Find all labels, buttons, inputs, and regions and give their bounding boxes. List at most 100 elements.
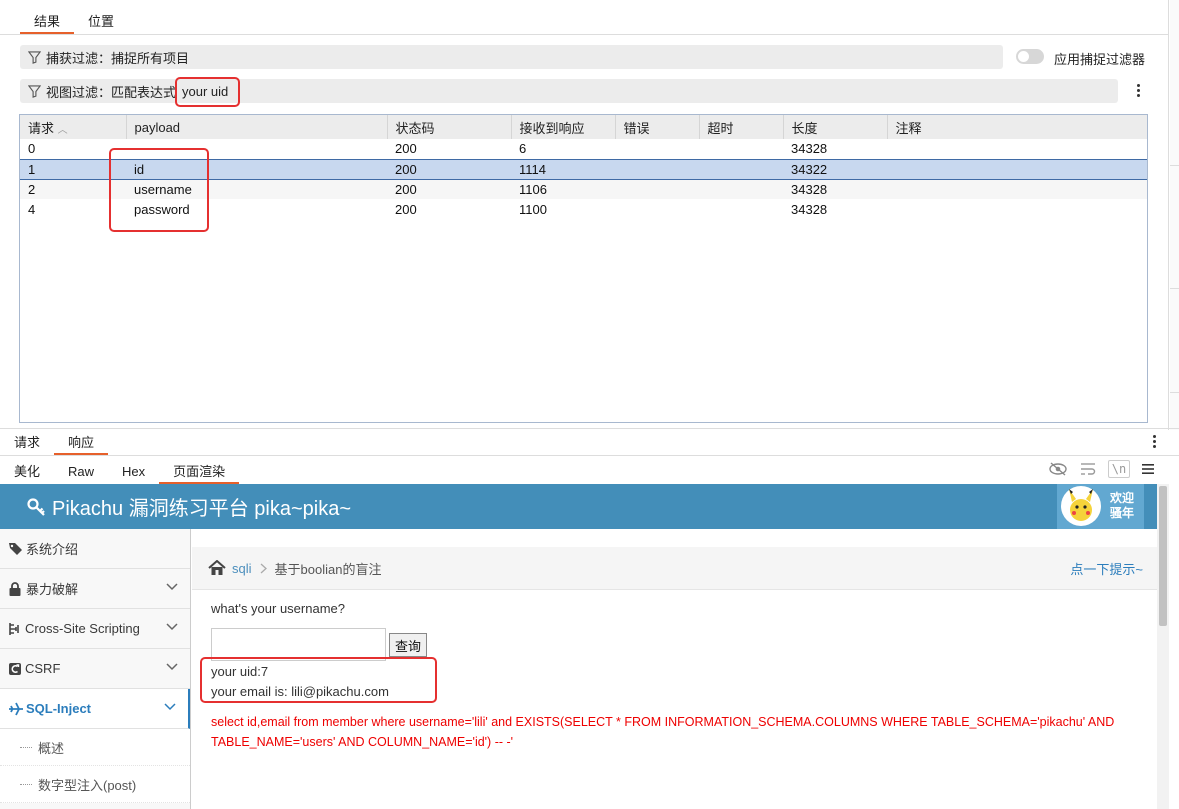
tabbar-divider <box>0 34 1168 35</box>
tab-render[interactable]: 页面渲染 <box>159 462 240 484</box>
site-header: Pikachu 漏洞练习平台 pika~pika~ <box>0 484 1157 529</box>
sidebar-item-label: 暴力破解 <box>26 582 79 597</box>
capture-filter-bar[interactable]: 捕获过滤：捕捉所有项目 <box>20 45 1003 69</box>
column-header[interactable]: 接收到响应 <box>511 115 616 139</box>
welcome-text: 欢迎 骚年 <box>1110 491 1134 521</box>
table-cell: 34322 <box>783 158 887 180</box>
welcome-line: 欢迎 <box>1110 491 1135 505</box>
wrap-lines-icon[interactable] <box>1079 461 1097 477</box>
reqresp-tabbar: 请求 响应 <box>0 431 109 455</box>
filter-icon <box>28 84 41 98</box>
reqresp-more-icon[interactable] <box>1152 435 1156 448</box>
tab-raw[interactable]: Raw <box>54 462 108 484</box>
chevron-down-icon <box>166 583 178 591</box>
column-header[interactable]: 错误 <box>615 115 700 139</box>
table-cell: 6 <box>519 141 527 157</box>
table-cell <box>887 179 1147 199</box>
csrf-icon <box>9 662 21 675</box>
chevron-right-icon <box>260 563 267 573</box>
hint-link[interactable]: 点一下提示~ <box>1070 559 1143 578</box>
splitter[interactable] <box>0 428 1179 429</box>
right-panel-edge <box>1170 0 1179 430</box>
sidebar-item-label: Cross-Site Scripting <box>25 621 140 636</box>
lock-icon <box>9 581 21 596</box>
column-header[interactable]: 请求 ︿ <box>20 115 127 139</box>
tab-results[interactable]: 结果 <box>20 12 75 34</box>
view-filter-label: 视图过滤：匹配表达式 <box>46 84 177 100</box>
home-icon[interactable] <box>208 560 226 576</box>
table-cell: 34328 <box>791 141 828 157</box>
table-cell <box>887 158 1147 180</box>
xss-icon <box>9 622 19 635</box>
table-cell: 200 <box>395 141 417 157</box>
table-cell: 1106 <box>511 179 615 199</box>
query-button[interactable]: 查询 <box>389 633 428 657</box>
scrollbar-thumb[interactable] <box>1159 486 1167 626</box>
table-cell: 200 <box>387 179 511 199</box>
user-panel[interactable]: 欢迎 骚年 <box>1057 484 1144 529</box>
sidebar-item-xss[interactable]: Cross-Site Scripting <box>0 609 190 649</box>
table-cell <box>699 179 783 199</box>
sidebar-subitem-numeric-post[interactable]: 数字型注入(post) <box>0 766 190 803</box>
chevron-down-icon <box>166 623 178 631</box>
table-cell <box>615 158 699 180</box>
column-header[interactable]: 超时 <box>699 115 784 139</box>
tab-positions[interactable]: 位置 <box>74 12 128 34</box>
table-cell: 1114 <box>511 158 615 180</box>
table-cell <box>615 199 699 219</box>
breadcrumb: sqli 基于boolian的盲注 点一下提示~ <box>192 547 1157 590</box>
table-cell: 1100 <box>519 201 547 217</box>
column-header[interactable]: 注释 <box>887 115 1147 139</box>
tab-hex[interactable]: Hex <box>108 462 159 484</box>
sidebar-item-csrf[interactable]: CSRF <box>0 649 190 689</box>
highlight-result <box>200 657 437 703</box>
tab-request[interactable]: 请求 <box>0 433 54 455</box>
hide-icon[interactable] <box>1048 461 1068 477</box>
chevron-down-icon <box>164 703 176 711</box>
sidebar-item-bruteforce[interactable]: 暴力破解 <box>0 569 190 609</box>
breadcrumb-link-sqli[interactable]: sqli <box>232 561 252 576</box>
breadcrumb-current: 基于boolian的盲注 <box>274 561 382 577</box>
table-cell: 200 <box>387 158 511 180</box>
avatar <box>1061 486 1101 526</box>
table-cell <box>699 158 783 180</box>
table-cell: 34328 <box>791 201 828 217</box>
sort-ascending-icon: ︿ <box>57 124 68 136</box>
welcome-line: 骚年 <box>1110 506 1135 520</box>
column-header[interactable]: 状态码 <box>387 115 512 139</box>
chevron-down-icon <box>166 663 178 671</box>
username-prompt: what's your username? <box>211 601 345 616</box>
table-cell <box>887 139 1147 159</box>
table-header-row: 请求 ︿ payload 状态码 接收到响应 错误 超时 长度 注释 <box>20 115 1147 139</box>
table-cell: 200 <box>395 201 417 217</box>
sidebar-item-label: SQL-Inject <box>26 701 92 716</box>
table-cell <box>887 199 1147 219</box>
table-cell: 34328 <box>783 179 887 199</box>
table-cell <box>615 179 699 199</box>
sidebar-subitem-overview[interactable]: 概述 <box>0 729 190 766</box>
table-cell <box>699 199 783 219</box>
column-header[interactable]: payload <box>126 115 388 139</box>
key-icon <box>27 497 45 516</box>
menu-icon[interactable] <box>1142 463 1154 475</box>
column-header[interactable]: 长度 <box>783 115 888 139</box>
view-filter-more-icon[interactable] <box>1136 84 1140 97</box>
highlight-view-filter <box>175 77 240 107</box>
capture-filter-label: 捕获过滤：捕捉所有项目 <box>46 50 190 66</box>
sidebar-item-sqli[interactable]: SQL-Inject <box>0 689 190 729</box>
tab-response[interactable]: 响应 <box>54 433 109 455</box>
sidebar-subitem-label: 概述 <box>38 740 65 756</box>
filter-icon <box>28 50 41 64</box>
tag-icon <box>9 542 22 555</box>
sql-statement: select id,email from member where userna… <box>211 715 1115 749</box>
view-tabbar: 美化 Raw Hex 页面渲染 <box>0 460 240 484</box>
sidebar-item-label: CSRF <box>25 661 61 676</box>
sidebar-subitem-label: 数字型注入(post) <box>38 777 137 793</box>
page-scrollbar[interactable] <box>1157 484 1169 809</box>
capture-filter-toggle[interactable] <box>1016 49 1044 64</box>
plane-icon <box>9 702 23 715</box>
tab-pretty[interactable]: 美化 <box>0 462 54 484</box>
sidebar-item-intro[interactable]: 系统介绍 <box>0 529 190 569</box>
newline-icon[interactable]: \n <box>1108 460 1130 478</box>
sidebar-item-label: 系统介绍 <box>26 542 79 557</box>
